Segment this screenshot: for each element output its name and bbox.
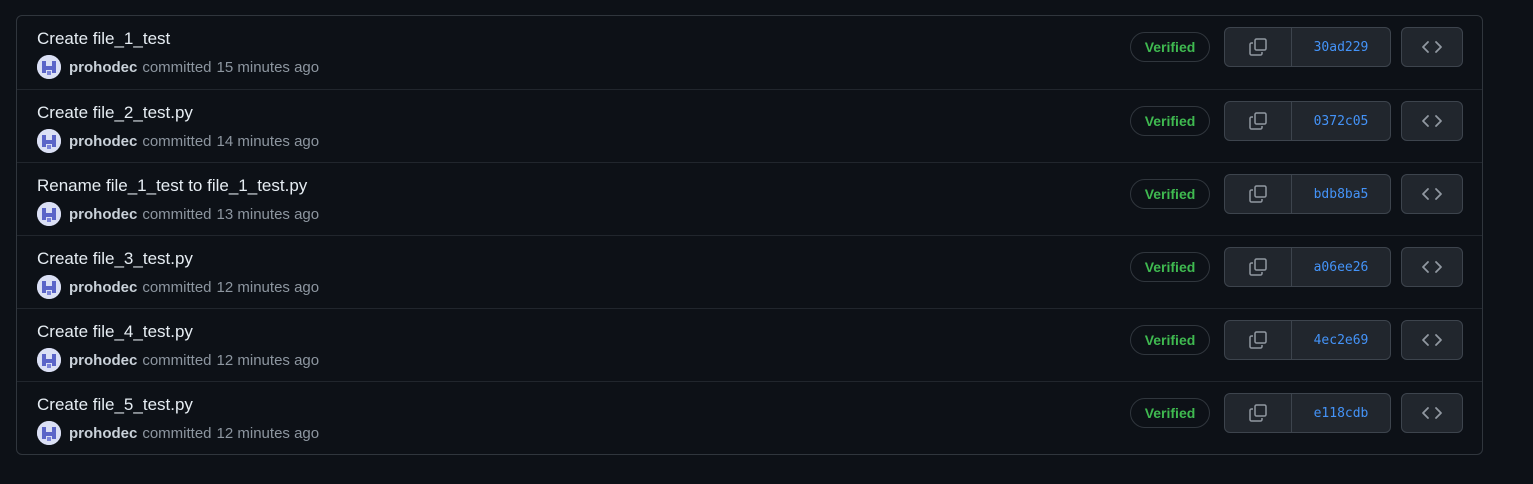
- author-link[interactable]: prohodec: [69, 352, 137, 369]
- copy-icon: [1249, 38, 1267, 56]
- committed-label: committed: [142, 424, 212, 442]
- commit-row: Create file_3_test.py prohodec committed…: [17, 235, 1482, 308]
- copy-icon: [1249, 112, 1267, 130]
- commit-meta: prohodec committed 12 minutes ago: [37, 348, 319, 372]
- commit-row: Create file_4_test.py prohodec committed…: [17, 308, 1482, 381]
- verified-badge[interactable]: Verified: [1130, 398, 1210, 428]
- copy-sha-button[interactable]: [1225, 175, 1292, 213]
- identicon-icon: [37, 129, 61, 153]
- copy-icon: [1249, 404, 1267, 422]
- code-icon: [1422, 41, 1442, 53]
- author-link[interactable]: prohodec: [69, 133, 137, 150]
- sha-button-group: e118cdb: [1224, 393, 1391, 433]
- verified-badge[interactable]: Verified: [1130, 252, 1210, 282]
- identicon-icon: [37, 55, 61, 79]
- commit-list: Create file_1_test prohodec committed 15…: [16, 15, 1483, 455]
- committed-label: committed: [142, 58, 212, 76]
- verified-badge[interactable]: Verified: [1130, 32, 1210, 62]
- relative-time: 12 minutes ago: [216, 424, 320, 442]
- verified-badge[interactable]: Verified: [1130, 106, 1210, 136]
- code-icon: [1422, 334, 1442, 346]
- copy-icon: [1249, 258, 1267, 276]
- relative-time: 14 minutes ago: [216, 132, 320, 150]
- copy-sha-button[interactable]: [1225, 248, 1292, 286]
- avatar[interactable]: [37, 348, 61, 372]
- avatar[interactable]: [37, 55, 61, 79]
- sha-button-group: 4ec2e69: [1224, 320, 1391, 360]
- author-link[interactable]: prohodec: [69, 59, 137, 76]
- committed-label: committed: [142, 351, 212, 369]
- commit-row: Create file_5_test.py prohodec committed…: [17, 381, 1482, 454]
- committed-label: committed: [142, 132, 212, 150]
- browse-repo-button[interactable]: [1401, 393, 1463, 433]
- commit-meta: prohodec committed 14 minutes ago: [37, 129, 319, 153]
- author-link[interactable]: prohodec: [69, 425, 137, 442]
- copy-sha-button[interactable]: [1225, 321, 1292, 359]
- commit-row: Create file_1_test prohodec committed 15…: [17, 16, 1482, 89]
- sha-button-group: bdb8ba5: [1224, 174, 1391, 214]
- browse-repo-button[interactable]: [1401, 247, 1463, 287]
- code-icon: [1422, 115, 1442, 127]
- committed-label: committed: [142, 205, 212, 223]
- identicon-icon: [37, 421, 61, 445]
- verified-badge[interactable]: Verified: [1130, 325, 1210, 355]
- commit-sha-link[interactable]: e118cdb: [1292, 394, 1390, 432]
- relative-time: 12 minutes ago: [216, 351, 320, 369]
- commit-sha-link[interactable]: 0372c05: [1292, 102, 1390, 140]
- commit-meta: prohodec committed 12 minutes ago: [37, 421, 319, 445]
- commit-title-link[interactable]: Rename file_1_test to file_1_test.py: [37, 176, 307, 196]
- copy-sha-button[interactable]: [1225, 394, 1292, 432]
- sha-button-group: 30ad229: [1224, 27, 1391, 67]
- commit-sha-link[interactable]: 30ad229: [1292, 28, 1390, 66]
- commit-sha-link[interactable]: bdb8ba5: [1292, 175, 1390, 213]
- copy-sha-button[interactable]: [1225, 102, 1292, 140]
- copy-sha-button[interactable]: [1225, 28, 1292, 66]
- commit-sha-link[interactable]: 4ec2e69: [1292, 321, 1390, 359]
- code-icon: [1422, 407, 1442, 419]
- commit-title-link[interactable]: Create file_1_test: [37, 29, 170, 49]
- browse-repo-button[interactable]: [1401, 320, 1463, 360]
- avatar[interactable]: [37, 202, 61, 226]
- commit-title-link[interactable]: Create file_4_test.py: [37, 322, 193, 342]
- browse-repo-button[interactable]: [1401, 101, 1463, 141]
- commit-title-link[interactable]: Create file_5_test.py: [37, 395, 193, 415]
- browse-repo-button[interactable]: [1401, 174, 1463, 214]
- commit-sha-link[interactable]: a06ee26: [1292, 248, 1390, 286]
- identicon-icon: [37, 202, 61, 226]
- avatar[interactable]: [37, 421, 61, 445]
- code-icon: [1422, 261, 1442, 273]
- browse-repo-button[interactable]: [1401, 27, 1463, 67]
- verified-badge[interactable]: Verified: [1130, 179, 1210, 209]
- commit-meta: prohodec committed 15 minutes ago: [37, 55, 319, 79]
- commit-meta: prohodec committed 13 minutes ago: [37, 202, 319, 226]
- sha-button-group: 0372c05: [1224, 101, 1391, 141]
- commit-title-link[interactable]: Create file_2_test.py: [37, 103, 193, 123]
- identicon-icon: [37, 275, 61, 299]
- avatar[interactable]: [37, 129, 61, 153]
- sha-button-group: a06ee26: [1224, 247, 1391, 287]
- commit-row: Create file_2_test.py prohodec committed…: [17, 89, 1482, 162]
- author-link[interactable]: prohodec: [69, 279, 137, 296]
- commit-row: Rename file_1_test to file_1_test.py pro…: [17, 162, 1482, 235]
- relative-time: 12 minutes ago: [216, 278, 320, 296]
- commit-title-link[interactable]: Create file_3_test.py: [37, 249, 193, 269]
- copy-icon: [1249, 331, 1267, 349]
- code-icon: [1422, 188, 1442, 200]
- identicon-icon: [37, 348, 61, 372]
- avatar[interactable]: [37, 275, 61, 299]
- relative-time: 13 minutes ago: [216, 205, 320, 223]
- relative-time: 15 minutes ago: [216, 58, 320, 76]
- copy-icon: [1249, 185, 1267, 203]
- author-link[interactable]: prohodec: [69, 206, 137, 223]
- committed-label: committed: [142, 278, 212, 296]
- commit-meta: prohodec committed 12 minutes ago: [37, 275, 319, 299]
